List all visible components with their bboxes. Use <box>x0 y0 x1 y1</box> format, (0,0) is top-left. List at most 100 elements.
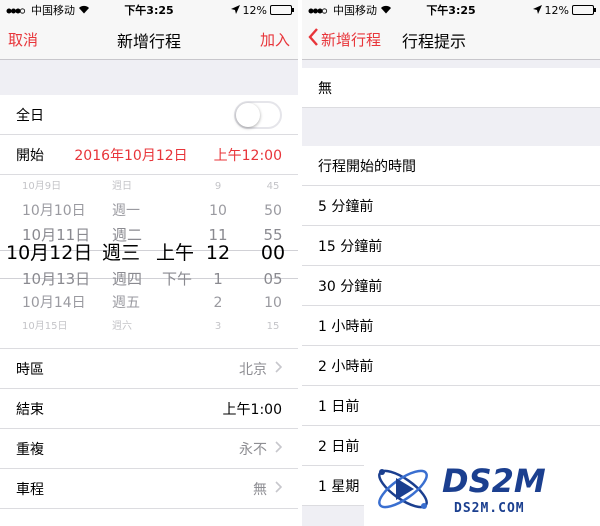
picker-row[interactable]: 10月14日 週五 2 10 <box>0 291 298 315</box>
alert-option[interactable]: 15 分鐘前 <box>302 226 600 266</box>
picker-minute: 45 <box>266 181 280 192</box>
travel-row[interactable]: 車程 無 <box>0 469 298 509</box>
section-gap <box>302 60 600 68</box>
repeat-row[interactable]: 重複 永不 <box>0 429 298 469</box>
page-title: 行程提示 <box>402 31 467 51</box>
chevron-right-icon <box>275 480 283 497</box>
picker-date: 10月10日 <box>22 203 86 219</box>
alert-option[interactable]: 5 分鐘前 <box>302 186 600 226</box>
picker-hour: 2 <box>213 295 223 311</box>
option-label: 1 日前 <box>318 398 360 415</box>
picker-row[interactable]: 10月15日 週六 3 15 <box>0 315 298 339</box>
battery-percent: 12% <box>544 3 569 17</box>
picker-row[interactable]: 10月9日 週日 9 45 <box>0 175 298 199</box>
watermark-sub-text: DS2M.COM <box>454 501 525 516</box>
start-time[interactable]: 上午12:00 <box>214 145 282 165</box>
picker-hour: 1 <box>213 270 223 288</box>
add-button[interactable]: 加入 <box>252 29 298 50</box>
option-label: 5 分鐘前 <box>318 198 374 215</box>
date-time-picker[interactable]: 10月9日 週日 9 45 10月10日 週一 10 50 10月11日 週二 11 55 10月12日… <box>0 175 298 349</box>
alert-screen: 中国移动 下午3:25 12% 新增行程 行程提示 無 行程開始的時間 5 分鐘前… <box>302 0 600 526</box>
picker-date: 10月14日 <box>22 295 86 311</box>
start-date[interactable]: 2016年10月12日 <box>74 145 187 165</box>
section-gap <box>302 108 600 146</box>
picker-date: 10月13日 <box>22 270 91 288</box>
travel-label: 車程 <box>16 481 44 498</box>
end-label: 結束 <box>16 401 44 418</box>
alert-option[interactable]: 30 分鐘前 <box>302 266 600 306</box>
section-gap <box>0 60 298 95</box>
picker-weekday: 週四 <box>112 270 143 288</box>
atom-logo-icon <box>372 460 434 522</box>
repeat-label: 重複 <box>16 441 44 458</box>
picker-weekday: 週五 <box>112 295 140 311</box>
picker-hour: 12 <box>205 242 231 264</box>
status-bar: 中国移动 下午3:25 12% <box>0 0 298 20</box>
battery-icon <box>572 5 596 15</box>
option-label: 2 日前 <box>318 438 360 455</box>
toggle-knob <box>236 102 260 127</box>
start-label: 開始 <box>16 147 44 164</box>
watermark-logo-text: DS2M <box>442 462 546 500</box>
start-row[interactable]: 開始 2016年10月12日 上午12:00 <box>0 135 298 175</box>
picker-weekday: 週三 <box>102 242 141 264</box>
picker-weekday: 週一 <box>112 203 140 219</box>
wifi-icon <box>380 4 392 17</box>
watermark-text: DS2M DS2M.COM <box>440 460 590 522</box>
alert-options-list: 行程開始的時間 5 分鐘前 15 分鐘前 30 分鐘前 1 小時前 2 小時前 1 日前 2 … <box>302 146 600 506</box>
alert-option[interactable]: 行程開始的時間 <box>302 146 600 186</box>
picker-ampm: 下午 <box>162 270 193 288</box>
end-row[interactable]: 結束 上午1:00 <box>0 389 298 429</box>
option-label: 無 <box>318 80 332 97</box>
end-value: 上午1:00 <box>222 401 282 418</box>
timezone-label: 時區 <box>16 361 44 378</box>
picker-date: 10月15日 <box>22 321 68 332</box>
alert-option[interactable]: 2 小時前 <box>302 346 600 386</box>
picker-weekday: 週六 <box>112 321 132 332</box>
picker-ampm: 上午 <box>156 242 195 264</box>
picker-hour: 10 <box>209 203 227 219</box>
status-bar: 中国移动 下午3:25 12% <box>302 0 600 20</box>
picker-minute: 00 <box>260 242 286 264</box>
chevron-left-icon <box>308 28 319 51</box>
cancel-button[interactable]: 取消 <box>0 29 46 50</box>
timezone-value: 北京 <box>239 361 267 378</box>
nav-bar: 新增行程 行程提示 <box>302 20 600 60</box>
nav-bar: 取消 新增行程 加入 <box>0 20 298 60</box>
battery-icon <box>270 5 294 15</box>
repeat-value: 永不 <box>239 441 267 458</box>
option-label: 30 分鐘前 <box>318 278 383 295</box>
back-button[interactable]: 新增行程 <box>302 28 381 51</box>
allday-toggle[interactable] <box>234 100 282 129</box>
carrier-name: 中国移动 <box>31 4 75 17</box>
new-event-screen: 中国移动 下午3:25 12% 取消 新增行程 加入 全日 開始 2016年10… <box>0 0 298 526</box>
allday-row: 全日 <box>0 95 298 135</box>
picker-weekday: 週日 <box>112 181 132 192</box>
timezone-row[interactable]: 時區 北京 <box>0 349 298 389</box>
alert-option[interactable]: 1 小時前 <box>302 306 600 346</box>
option-label: 行程開始的時間 <box>318 158 416 175</box>
picker-date: 10月9日 <box>22 181 62 192</box>
picker-row-selected[interactable]: 10月12日 週三 上午 12 00 <box>0 241 298 265</box>
back-label: 新增行程 <box>321 31 382 49</box>
picker-minute: 10 <box>264 295 282 311</box>
alert-option-none[interactable]: 無 <box>302 68 600 108</box>
location-icon <box>532 4 542 17</box>
signal-icon <box>6 4 28 17</box>
travel-value: 無 <box>253 481 267 498</box>
alert-option[interactable]: 1 日前 <box>302 386 600 426</box>
carrier-name: 中国移动 <box>333 4 377 17</box>
option-label: 1 小時前 <box>318 318 374 335</box>
option-label: 1 星期 <box>318 478 360 495</box>
option-label: 15 分鐘前 <box>318 238 383 255</box>
picker-row[interactable]: 10月13日 週四 下午 1 05 <box>0 267 298 291</box>
picker-date: 10月12日 <box>6 242 93 264</box>
picker-row[interactable]: 10月10日 週一 10 50 <box>0 199 298 223</box>
picker-minute: 05 <box>263 270 283 288</box>
battery-percent: 12% <box>242 3 267 17</box>
picker-hour: 3 <box>214 321 222 332</box>
picker-minute: 15 <box>266 321 280 332</box>
chevron-right-icon <box>275 360 283 377</box>
wifi-icon <box>78 4 90 17</box>
picker-minute: 50 <box>264 203 282 219</box>
